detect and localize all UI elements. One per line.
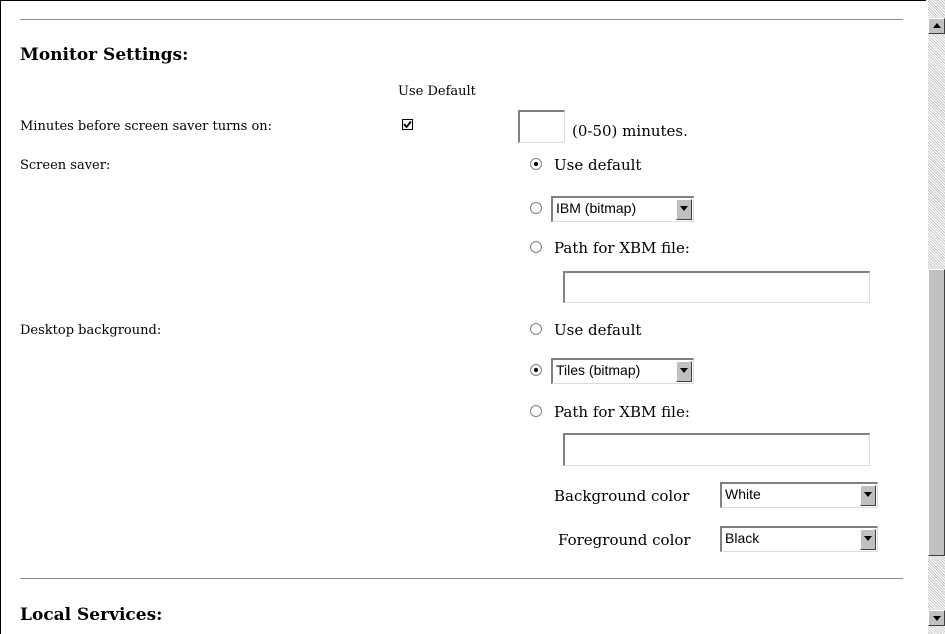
minutes-input[interactable]: [518, 110, 565, 143]
foreground-color-dropdown[interactable]: Black: [720, 526, 878, 552]
screen-saver-path-label: Path for XBM file:: [554, 239, 690, 257]
minutes-hint: (0-50) minutes.: [572, 122, 688, 140]
monitor-settings-heading: Monitor Settings:: [20, 45, 189, 65]
dropdown-arrow-icon[interactable]: [860, 529, 876, 550]
screen-saver-label: Screen saver:: [20, 158, 111, 173]
screen-saver-dropdown[interactable]: IBM (bitmap): [551, 196, 694, 222]
section-divider: [20, 578, 903, 580]
dropdown-arrow-icon[interactable]: [676, 199, 692, 220]
screen-saver-use-default-radio[interactable]: [530, 158, 542, 170]
desktop-background-dropdown-value: Tiles (bitmap): [556, 362, 641, 378]
screen-saver-path-input[interactable]: [563, 271, 870, 303]
checkmark-icon: [403, 120, 412, 129]
vertical-scrollbar[interactable]: [928, 0, 945, 634]
use-default-column-header: Use Default: [398, 84, 476, 99]
background-color-dropdown[interactable]: White: [720, 482, 878, 508]
foreground-color-label: Foreground color: [558, 531, 691, 549]
minutes-label: Minutes before screen saver turns on:: [20, 119, 273, 134]
desktop-background-use-default-label: Use default: [554, 321, 642, 339]
minutes-use-default-checkbox[interactable]: [402, 119, 413, 130]
desktop-background-use-default-radio[interactable]: [530, 323, 542, 335]
screen-saver-dropdown-radio[interactable]: [530, 202, 542, 214]
desktop-background-dropdown[interactable]: Tiles (bitmap): [551, 358, 694, 384]
settings-panel: Monitor Settings: Use Default Minutes be…: [0, 0, 926, 634]
scroll-down-arrow-icon[interactable]: [928, 610, 945, 626]
foreground-color-value: Black: [725, 530, 760, 546]
background-color-value: White: [725, 486, 761, 502]
screen-saver-dropdown-value: IBM (bitmap): [556, 200, 637, 216]
screen-saver-path-radio[interactable]: [530, 241, 542, 253]
scrollbar-thumb[interactable]: [928, 269, 945, 556]
dropdown-arrow-icon[interactable]: [676, 361, 692, 382]
dropdown-arrow-icon[interactable]: [860, 485, 876, 506]
top-divider: [20, 19, 903, 21]
desktop-background-label: Desktop background:: [20, 323, 162, 338]
background-color-label: Background color: [554, 487, 690, 505]
scroll-up-arrow-icon[interactable]: [928, 18, 945, 34]
desktop-background-dropdown-radio[interactable]: [530, 364, 542, 376]
desktop-background-path-label: Path for XBM file:: [554, 403, 690, 421]
desktop-background-path-input[interactable]: [563, 433, 870, 466]
local-services-heading: Local Services:: [20, 605, 163, 625]
screen-saver-use-default-label: Use default: [554, 156, 642, 174]
desktop-background-path-radio[interactable]: [530, 405, 542, 417]
